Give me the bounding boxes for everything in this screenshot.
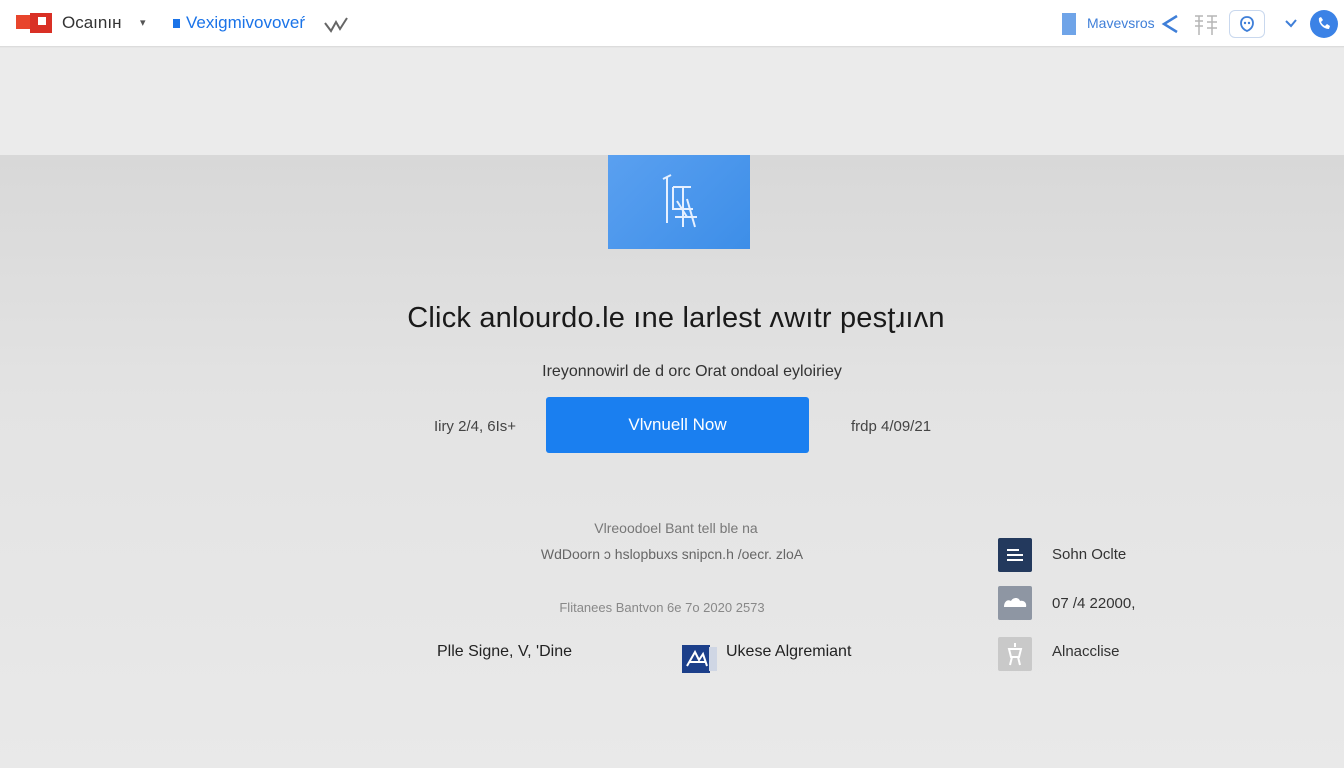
app-glyph-icon [662,174,697,228]
headline: Click anlourdo.le ıne larlest ʌwıtr pesʈ… [407,302,945,334]
grid-icon[interactable] [1193,13,1219,37]
subheadline: Ireyonnowirl de d orc Orat ondoal eyloir… [542,363,842,380]
right-list-item-3[interactable]: Alnacclise [1052,643,1120,660]
share-icon[interactable] [1160,13,1180,35]
footer-link-agreement[interactable]: Ukese Algremiant [726,643,851,661]
date-info-right: frdp 4/09/21 [850,418,932,435]
hero-image [608,155,750,249]
person-icon[interactable] [998,637,1032,671]
shield-icon [1240,16,1254,32]
menu-lines-icon[interactable] [998,538,1032,572]
brand-name[interactable]: Ocaınıн [62,13,121,33]
download-now-button[interactable]: Vlvnuell Now [546,397,809,453]
top-bar: Ocaınıн ▾ Vexigmivovoveŕ Mavevsros [0,0,1344,47]
extension-button[interactable] [1229,10,1265,38]
avatar[interactable] [1310,10,1338,38]
right-list-item-1[interactable]: Sohn Oclte [1052,546,1126,563]
checkmark-icon [324,17,348,33]
app-dot-icon [173,19,180,28]
meta-line-2: WdDoorn ɔ hslopbuxs snipcn.h /oecr. zloA [540,546,804,562]
version-info-left: Iiry 2/4, 6Is+ [433,418,517,435]
header-right-link[interactable]: Mavevsros [1087,15,1155,31]
phone-icon [1318,17,1330,29]
top-banner-area [0,48,1344,155]
right-list-item-2[interactable]: 07 /4 22000, [1052,595,1135,612]
agreement-icon [682,645,717,673]
bookmark-icon[interactable] [1062,13,1076,35]
footer-link-left[interactable]: Plle Signe, V, 'Dine [437,643,572,661]
brand-dropdown-icon[interactable]: ▾ [140,16,146,29]
meta-line-1: Vlreoodoel Bant tell ble na [594,520,758,536]
app-title[interactable]: Vexigmivovoveŕ [186,13,305,33]
brand-logo-icon[interactable] [16,13,56,35]
cloud-icon[interactable] [998,586,1032,620]
chevron-down-icon[interactable] [1283,16,1299,30]
